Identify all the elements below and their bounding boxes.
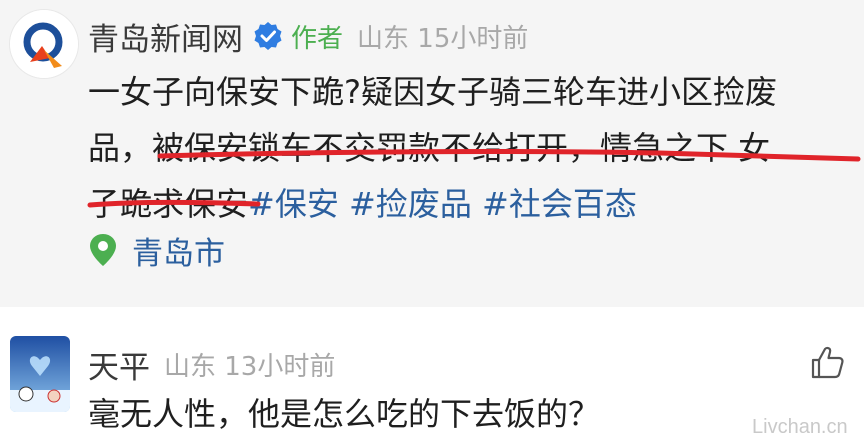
post-header: 青岛新闻网 作者 山东 15小时前: [88, 14, 528, 58]
post-body[interactable]: 一女子向保安下跪?疑因女子骑三轮车进小区捡废 品，被保安锁车不交罚款不给打开，情…: [88, 64, 856, 232]
comment-header: 天平 山东 13小时前: [88, 342, 335, 386]
hashtag-baoan[interactable]: #保安: [248, 185, 339, 223]
hashtag-shehuibaitai[interactable]: #社会百态: [482, 185, 637, 223]
post-body-line-3-text: 子跪求保安: [88, 185, 249, 223]
post-card: 青岛新闻网 作者 山东 15小时前 一女子向保安下跪?疑因女子骑三轮车进小区捡废…: [0, 0, 864, 307]
location-label: 青岛市: [132, 235, 225, 272]
verified-badge-icon: [253, 21, 283, 51]
hashtag-jianfeipin[interactable]: #捡废品: [349, 185, 472, 223]
location-pin-icon: [88, 233, 118, 267]
commenter-avatar[interactable]: [10, 336, 70, 412]
winter-scene-avatar-icon: [10, 336, 70, 412]
qingdao-news-logo-icon: [10, 10, 78, 78]
commenter-name[interactable]: 天平: [88, 342, 150, 387]
post-location-time: 山东 15小时前: [357, 23, 529, 54]
location-row[interactable]: 青岛市: [88, 228, 225, 272]
watermark: Livchan.cn: [752, 416, 848, 438]
post-body-line-2: 品，被保安锁车不交罚款不给打开，情急之下 女: [88, 129, 771, 167]
post-body-line-1: 一女子向保安下跪?疑因女子骑三轮车进小区捡废: [88, 73, 777, 111]
author-tag: 作者: [291, 23, 344, 54]
thumbs-up-icon[interactable]: [808, 344, 846, 382]
comment-location-time: 山东 13小时前: [164, 351, 336, 382]
author-avatar[interactable]: [10, 10, 78, 78]
post-body-line-3: 子跪求保安#保安 #捡废品 #社会百态: [88, 176, 856, 232]
comment-text: 毫无人性，他是怎么吃的下去饭的？: [88, 395, 601, 433]
author-name[interactable]: 青岛新闻网: [88, 14, 243, 59]
